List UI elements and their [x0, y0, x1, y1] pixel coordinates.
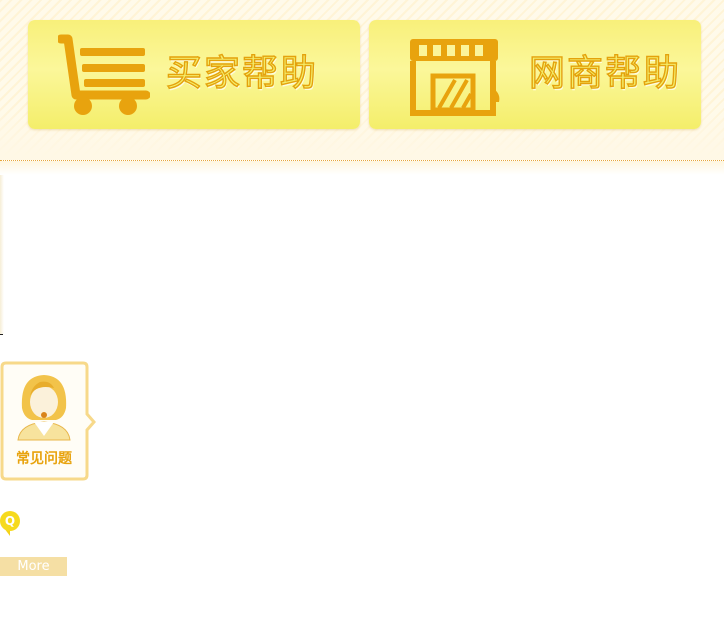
store-icon — [407, 36, 503, 120]
question-badge-text: Q — [5, 514, 15, 528]
seller-help-label: 网商帮助 — [528, 52, 682, 94]
faq-card[interactable]: 常见问题 — [0, 360, 96, 482]
faq-label: 常见问题 — [16, 451, 72, 467]
buyer-help-label: 买家帮助 — [165, 52, 319, 94]
question-badge: Q — [0, 510, 22, 542]
left-edge-shade — [0, 175, 4, 335]
divider-shadow — [0, 161, 724, 175]
buyer-help-button[interactable]: 买家帮助 — [28, 20, 360, 129]
cart-icon — [56, 33, 151, 121]
more-button[interactable]: More — [0, 557, 67, 576]
edge-mark — [0, 334, 3, 335]
seller-help-button[interactable]: 网商帮助 — [369, 20, 701, 129]
